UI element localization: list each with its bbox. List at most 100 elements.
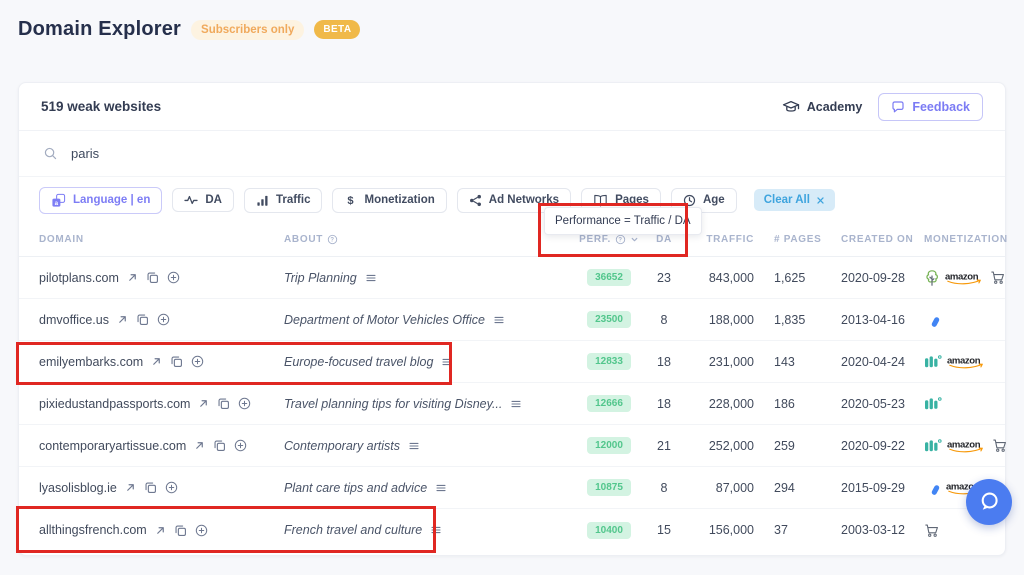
created-value: 2015-09-29 bbox=[841, 480, 905, 495]
activity-icon bbox=[184, 194, 198, 206]
domain-link[interactable]: emilyembarks.com bbox=[39, 355, 143, 369]
menu-icon[interactable] bbox=[435, 482, 447, 494]
menu-icon[interactable] bbox=[510, 398, 522, 410]
pages-value: 1,835 bbox=[774, 312, 806, 327]
academy-label: Academy bbox=[806, 99, 863, 114]
pages-value: 1,625 bbox=[774, 270, 806, 285]
add-icon[interactable] bbox=[234, 439, 247, 452]
about-text: Europe-focused travel blog bbox=[284, 354, 434, 369]
column-pages: # PAGES bbox=[774, 234, 822, 245]
monetization-cell bbox=[924, 354, 1005, 370]
page-header: Domain Explorer Subscribers only BETA bbox=[18, 18, 361, 41]
page-title: Domain Explorer bbox=[18, 18, 182, 40]
pages-value: 294 bbox=[774, 480, 795, 495]
bar-chart-icon bbox=[256, 194, 269, 207]
copy-icon[interactable] bbox=[217, 397, 230, 410]
da-value: 8 bbox=[660, 480, 668, 495]
table-header: DOMAIN ABOUT PERF. DA TRAFFIC # PAGES CR… bbox=[19, 223, 1008, 257]
search-row bbox=[19, 131, 1005, 177]
results-card: 519 weak websites Academy Feedback Langu… bbox=[18, 82, 1008, 556]
table-row: emilyembarks.com Europe-focused travel b… bbox=[19, 341, 1005, 383]
pages-value: 143 bbox=[774, 354, 795, 369]
filter-traffic-button[interactable]: Traffic bbox=[243, 187, 323, 213]
created-value: 2003-03-12 bbox=[841, 523, 905, 537]
domain-link[interactable]: pixiedustandpassports.com bbox=[39, 397, 190, 411]
table-row: contemporaryartissue.com Contemporary ar… bbox=[19, 425, 1005, 467]
clear-all-label: Clear All bbox=[763, 194, 810, 206]
perf-badge: 23500 bbox=[587, 311, 631, 328]
about-text: French travel and culture bbox=[284, 523, 423, 537]
cart-icon bbox=[990, 270, 1005, 285]
header-actions: Academy Feedback bbox=[782, 92, 983, 121]
traffic-value: 843,000 bbox=[708, 270, 754, 285]
close-icon[interactable] bbox=[816, 196, 825, 205]
domain-link[interactable]: dmvoffice.us bbox=[39, 313, 109, 327]
copy-icon[interactable] bbox=[174, 524, 187, 537]
perf-badge: 12000 bbox=[587, 437, 631, 454]
external-link-icon[interactable] bbox=[117, 314, 128, 325]
menu-icon[interactable] bbox=[493, 314, 505, 326]
domain-explorer-screen: Domain Explorer Subscribers only BETA 51… bbox=[0, 0, 1024, 575]
created-value: 2020-09-22 bbox=[841, 438, 905, 453]
da-value: 18 bbox=[657, 354, 671, 369]
adsense-icon bbox=[924, 479, 941, 496]
about-text: Department of Motor Vehicles Office bbox=[284, 312, 486, 327]
external-link-icon[interactable] bbox=[198, 398, 209, 409]
external-link-icon[interactable] bbox=[155, 525, 166, 536]
filter-row: Language | en DA Traffic Monetization Ad… bbox=[19, 177, 1005, 223]
chat-button[interactable] bbox=[966, 479, 1012, 525]
add-icon[interactable] bbox=[157, 313, 170, 326]
add-icon[interactable] bbox=[238, 397, 251, 410]
monetization-cell bbox=[924, 438, 1007, 454]
copy-icon[interactable] bbox=[146, 271, 159, 284]
table-row: pixiedustandpassports.com Travel plannin… bbox=[19, 383, 1005, 425]
column-da: DA bbox=[656, 234, 672, 245]
da-value: 23 bbox=[657, 270, 671, 285]
column-monetization: MONETIZATION bbox=[924, 234, 1008, 245]
copy-icon[interactable] bbox=[144, 481, 157, 494]
external-link-icon[interactable] bbox=[151, 356, 162, 367]
domain-link[interactable]: lyasolisblog.ie bbox=[39, 481, 117, 495]
column-perf[interactable]: PERF. bbox=[574, 234, 644, 245]
external-link-icon[interactable] bbox=[127, 272, 138, 283]
amazon-logo bbox=[946, 354, 988, 369]
traffic-value: 188,000 bbox=[708, 312, 754, 327]
external-link-icon[interactable] bbox=[194, 440, 205, 451]
search-icon bbox=[43, 146, 58, 161]
domain-link[interactable]: pilotplans.com bbox=[39, 271, 119, 285]
search-input[interactable] bbox=[71, 146, 471, 161]
filter-monetization-button[interactable]: Monetization bbox=[332, 187, 447, 213]
about-text: Plant care tips and advice bbox=[284, 480, 428, 495]
mediavine-icon bbox=[924, 396, 942, 412]
clock-icon bbox=[683, 194, 696, 207]
adsense-icon bbox=[924, 311, 941, 328]
column-created: CREATED ON bbox=[841, 234, 914, 245]
copy-icon[interactable] bbox=[170, 355, 183, 368]
menu-icon[interactable] bbox=[408, 440, 420, 452]
add-icon[interactable] bbox=[165, 481, 178, 494]
feedback-button[interactable]: Feedback bbox=[878, 92, 983, 121]
filter-language-button[interactable]: Language | en bbox=[39, 186, 163, 214]
add-icon[interactable] bbox=[167, 271, 180, 284]
clear-all-chip[interactable]: Clear All bbox=[753, 189, 835, 211]
academy-link[interactable]: Academy bbox=[782, 99, 863, 115]
menu-icon[interactable] bbox=[365, 272, 377, 284]
external-link-icon[interactable] bbox=[125, 482, 136, 493]
filter-da-button[interactable]: DA bbox=[172, 188, 234, 212]
copy-icon[interactable] bbox=[213, 439, 226, 452]
created-value: 2020-05-23 bbox=[841, 396, 905, 411]
domain-link[interactable]: contemporaryartissue.com bbox=[39, 439, 186, 453]
monetization-cell bbox=[924, 523, 1005, 538]
menu-icon[interactable] bbox=[441, 356, 453, 368]
copy-icon[interactable] bbox=[136, 313, 149, 326]
da-value: 21 bbox=[657, 438, 671, 453]
column-traffic: TRAFFIC bbox=[706, 234, 754, 245]
add-icon[interactable] bbox=[191, 355, 204, 368]
menu-icon[interactable] bbox=[430, 524, 442, 536]
perf-badge: 10875 bbox=[587, 479, 631, 496]
add-icon[interactable] bbox=[195, 524, 208, 537]
domain-link[interactable]: allthingsfrench.com bbox=[39, 523, 147, 537]
traffic-value: 231,000 bbox=[708, 354, 754, 369]
speech-bubble-icon bbox=[891, 100, 905, 114]
about-text: Travel planning tips for visiting Disney… bbox=[284, 396, 503, 411]
